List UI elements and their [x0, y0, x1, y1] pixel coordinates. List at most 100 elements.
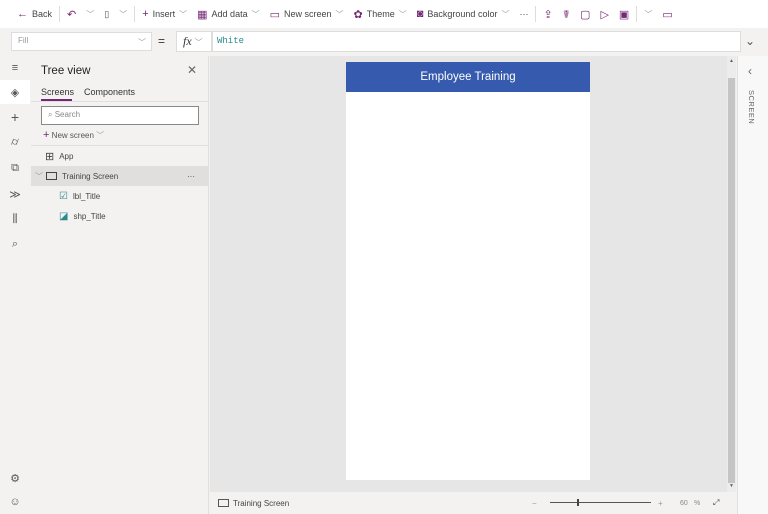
screen-selector[interactable]: Training Screen: [233, 499, 289, 508]
chevron-down-icon: ﹀: [644, 9, 653, 19]
design-canvas: Employee Training: [210, 56, 727, 492]
fit-to-window-icon[interactable]: ⤢: [713, 498, 719, 508]
new-screen-button[interactable]: ▭ New screen ﹀: [265, 4, 349, 24]
tree-item-lbl-title[interactable]: ☑ lbl_Title: [31, 186, 209, 206]
equals-sign: =: [158, 34, 166, 48]
property-selector[interactable]: Fill ﹀: [11, 32, 152, 51]
back-arrow-icon: ←: [17, 8, 28, 20]
background-color-button[interactable]: ◙ Background color ﹀: [412, 4, 515, 24]
chevron-down-icon: ﹀: [86, 9, 95, 19]
chevron-down-icon: ﹀: [119, 9, 128, 19]
divider: [535, 6, 537, 22]
share-icon: ⇪: [543, 8, 553, 21]
tree-item-label: shp_Title: [73, 211, 106, 221]
tree-item-label: lbl_Title: [72, 191, 101, 201]
palette-icon: ✿: [353, 8, 363, 21]
shape-icon: ◪: [59, 210, 69, 222]
formula-input[interactable]: White: [212, 31, 741, 52]
media-icon[interactable]: ⧉: [0, 156, 30, 180]
menu-icon[interactable]: ≡: [0, 56, 30, 80]
close-icon[interactable]: ✕: [187, 63, 197, 77]
tree-view-icon[interactable]: ◈: [0, 80, 30, 104]
zoom-slider-thumb[interactable]: [577, 499, 579, 506]
zoom-value: 60: [680, 499, 688, 507]
divider: [31, 101, 209, 102]
divider: [59, 6, 61, 22]
back-label: Back: [32, 9, 53, 19]
publish-button[interactable]: ▭: [657, 4, 677, 24]
scroll-up-icon[interactable]: ▲: [729, 58, 734, 64]
zoom-slider[interactable]: [550, 499, 651, 506]
stethoscope-icon: ☤: [562, 8, 571, 21]
chevron-down-icon: ﹀: [194, 38, 203, 47]
chevron-down-icon[interactable]: ﹀: [35, 171, 43, 182]
search-icon[interactable]: ⌕: [0, 232, 30, 256]
advanced-tools-icon[interactable]: ⫼: [0, 207, 30, 231]
expand-panel-icon[interactable]: ‹: [748, 64, 752, 78]
tree-item-training-screen[interactable]: ﹀ Training Screen ···: [31, 166, 209, 186]
insert-button[interactable]: + Insert ﹀: [137, 4, 192, 24]
expand-formula-icon[interactable]: ⌄: [745, 34, 755, 48]
more-button[interactable]: ···: [514, 4, 533, 24]
save-button[interactable]: ▣: [614, 4, 634, 24]
training-screen[interactable]: Employee Training: [346, 62, 590, 480]
panel-label: SCREEN: [747, 90, 756, 125]
background-color-icon: ◙: [416, 8, 424, 20]
chevron-down-icon: ﹀: [96, 131, 105, 140]
more-options-button[interactable]: ···: [187, 172, 195, 181]
property-value: Fill: [18, 36, 29, 45]
search-input[interactable]: ⌕ Search: [41, 106, 199, 125]
add-data-button[interactable]: ▦ Add data ﹀: [192, 4, 264, 24]
background-color-label: Background color: [427, 9, 498, 19]
plus-icon: +: [43, 129, 50, 141]
data-icon[interactable]: ⌭: [0, 130, 30, 154]
vertical-scrollbar[interactable]: ▲ ▼: [727, 56, 736, 492]
tree-item-app[interactable]: ⊞ App: [31, 146, 209, 166]
save-icon: ▣: [618, 8, 630, 21]
undo-icon: ↶: [67, 8, 77, 21]
formula-bar: Fill ﹀ = fx ﹀ White ⌄: [0, 29, 768, 54]
virtual-agent-icon[interactable]: ☺: [0, 490, 30, 514]
app-checker-button[interactable]: ☤: [558, 4, 575, 24]
plus-icon: +: [142, 8, 149, 20]
database-icon: ▦: [197, 8, 208, 21]
clipboard-icon: ▯: [104, 8, 110, 19]
new-screen-button[interactable]: + New screen ﹀: [43, 129, 104, 141]
chevron-down-icon: ﹀: [138, 38, 146, 47]
tree-item-shp-title[interactable]: ◪ shp_Title: [31, 206, 209, 226]
paste-button[interactable]: ▯: [99, 4, 114, 24]
left-rail: ≡ ◈ + ⌭ ⧉ ≫ ⫼ ⌕ ⚙ ☺: [0, 56, 30, 514]
panel-title: Tree view: [41, 65, 91, 77]
undo-button[interactable]: ↶: [62, 4, 81, 24]
scroll-down-icon[interactable]: ▼: [729, 483, 734, 489]
command-bar: ← Back ↶ ﹀ ▯ ﹀ + Insert ﹀ ▦ Add data ﹀ ▭ New s…: [0, 0, 768, 28]
function-button[interactable]: fx ﹀: [176, 31, 212, 52]
undo-dropdown[interactable]: ﹀: [81, 4, 99, 24]
zoom-in-button[interactable]: +: [658, 499, 663, 508]
screen-icon: [218, 499, 229, 507]
new-screen-icon: ▭: [269, 8, 280, 21]
zoom-unit: %: [694, 499, 701, 507]
tab-screens[interactable]: Screens: [41, 87, 74, 97]
preview-button[interactable]: ▷: [595, 4, 613, 24]
comments-button[interactable]: ▢: [575, 4, 595, 24]
back-button[interactable]: ← Back: [12, 4, 57, 24]
share-button[interactable]: ⇪: [538, 4, 557, 24]
settings-icon[interactable]: ⚙: [0, 466, 30, 490]
scrollbar-thumb[interactable]: [728, 78, 735, 483]
theme-button[interactable]: ✿ Theme ﹀: [349, 4, 412, 24]
zoom-out-button[interactable]: −: [532, 499, 537, 508]
save-dropdown[interactable]: ﹀: [639, 4, 657, 24]
add-data-label: Add data: [211, 9, 248, 19]
power-automate-icon[interactable]: ≫: [0, 182, 30, 206]
theme-label: Theme: [366, 9, 395, 19]
new-screen-label: New screen: [51, 131, 94, 140]
label-icon: ☑: [59, 190, 68, 202]
tab-components[interactable]: Components: [84, 87, 135, 97]
tree-item-label: App: [59, 151, 74, 161]
paste-dropdown[interactable]: ﹀: [114, 4, 132, 24]
insert-icon[interactable]: +: [0, 105, 30, 129]
lbl-title[interactable]: Employee Training: [346, 62, 590, 92]
more-label: ···: [519, 9, 529, 19]
chevron-down-icon: ﹀: [335, 9, 344, 19]
